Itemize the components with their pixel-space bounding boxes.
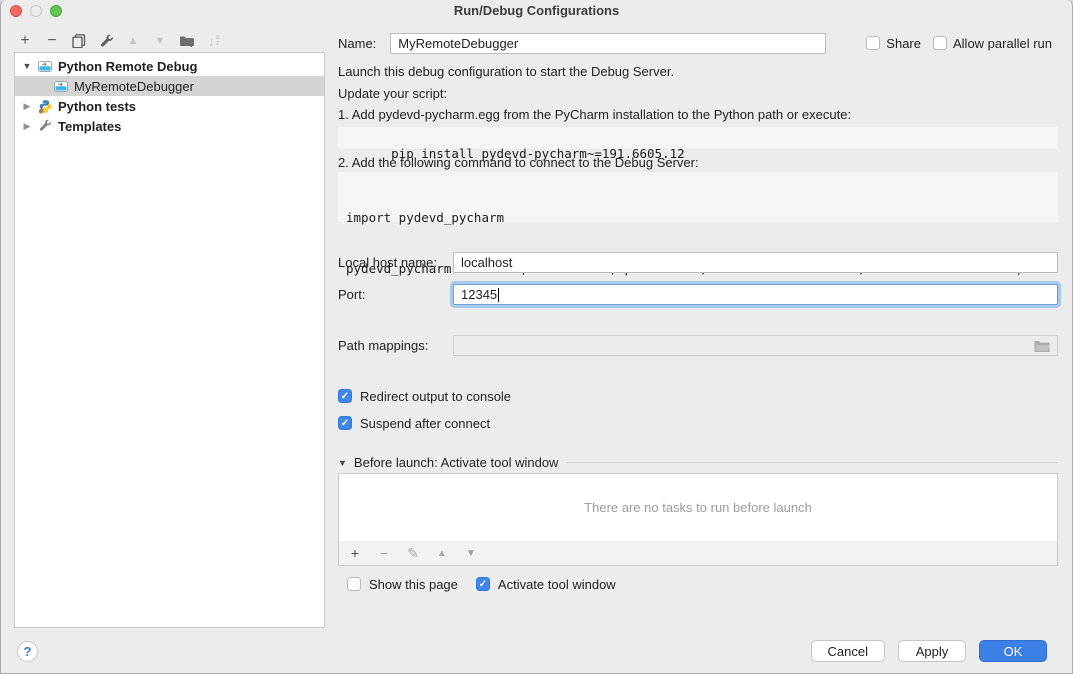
add-config-button[interactable]: +: [16, 32, 34, 50]
tree-item-python-remote-debug[interactable]: ▼ Python Remote Debug: [15, 56, 324, 76]
help-icon: ?: [24, 644, 32, 659]
step2-text: 2. Add the following command to connect …: [338, 155, 699, 170]
import-line: import pydevd_pycharm: [346, 209, 1050, 226]
redirect-output-label: Redirect output to console: [360, 389, 511, 404]
name-label: Name:: [338, 36, 376, 51]
text-caret: [498, 288, 499, 302]
apply-button[interactable]: Apply: [898, 640, 966, 662]
allow-parallel-run-label: Allow parallel run: [953, 36, 1052, 51]
before-launch-title: Before launch: Activate tool window: [354, 455, 559, 470]
configurations-tree: ▼ Python Remote Debug MyRemoteDebugger ▶…: [14, 52, 325, 628]
port-input[interactable]: 12345: [453, 284, 1058, 305]
configurations-toolbar: + − ▲ ▼ ↓ az: [16, 31, 223, 51]
move-task-up-button[interactable]: ▲: [435, 548, 449, 559]
tree-item-label: Templates: [58, 119, 121, 134]
before-launch-task-list[interactable]: There are no tasks to run before launch: [338, 473, 1058, 542]
edit-task-button[interactable]: ✎: [406, 545, 420, 562]
new-folder-icon[interactable]: [178, 32, 196, 50]
remove-task-button[interactable]: −: [377, 545, 391, 561]
config-editor-pane: Name: MyRemoteDebugger Share Allow paral…: [338, 0, 1058, 674]
activate-tool-window-checkbox[interactable]: ✓: [476, 577, 490, 591]
edit-defaults-wrench-icon[interactable]: [97, 32, 115, 50]
run-debug-configurations-dialog: Run/Debug Configurations + − ▲ ▼ ↓ az ▼: [0, 0, 1073, 674]
update-script-text: Update your script:: [338, 86, 447, 101]
expand-icon[interactable]: ▼: [22, 61, 32, 71]
before-launch-header[interactable]: ▼ Before launch: Activate tool window: [338, 455, 1058, 470]
check-icon: ✓: [341, 418, 349, 429]
tree-item-templates[interactable]: ▶ Templates: [15, 116, 324, 136]
step1-text: 1. Add pydevd-pycharm.egg from the PyCha…: [338, 107, 851, 122]
port-label: Port:: [338, 287, 453, 302]
suspend-after-connect-checkbox[interactable]: ✓: [338, 416, 352, 430]
tree-item-myremotedebugger[interactable]: MyRemoteDebugger: [15, 76, 324, 96]
path-mappings-input[interactable]: [453, 335, 1058, 356]
sort-arrow-glyph: ↓: [208, 34, 215, 49]
help-button[interactable]: ?: [17, 641, 38, 662]
intro-text: Launch this debug configuration to start…: [338, 64, 674, 79]
check-icon: ✓: [341, 391, 349, 402]
add-task-button[interactable]: +: [348, 545, 362, 561]
local-host-label: Local host name:: [338, 255, 453, 270]
settrace-code: import pydevd_pycharm pydevd_pycharm.set…: [338, 172, 1058, 222]
remote-debug-config-icon: [37, 58, 53, 74]
empty-tasks-text: There are no tasks to run before launch: [584, 500, 812, 515]
redirect-output-checkbox[interactable]: ✓: [338, 389, 352, 403]
tree-item-label: Python Remote Debug: [58, 59, 197, 74]
show-this-page-label: Show this page: [369, 577, 458, 592]
move-task-down-button[interactable]: ▼: [464, 548, 478, 559]
port-value: 12345: [461, 287, 497, 302]
python-tests-icon: [37, 98, 53, 114]
cancel-button[interactable]: Cancel: [811, 640, 885, 662]
allow-parallel-run-checkbox[interactable]: [933, 36, 947, 50]
task-list-toolbar: + − ✎ ▲ ▼: [338, 541, 1058, 566]
ok-button[interactable]: OK: [979, 640, 1047, 662]
check-icon: ✓: [479, 579, 487, 590]
browse-folder-icon[interactable]: [1034, 340, 1050, 352]
tree-item-python-tests[interactable]: ▶ Python tests: [15, 96, 324, 116]
copy-config-icon[interactable]: [70, 32, 88, 50]
move-up-button[interactable]: ▲: [124, 32, 142, 50]
remote-debug-config-icon: [53, 78, 69, 94]
templates-wrench-icon: [37, 118, 53, 134]
suspend-after-connect-label: Suspend after connect: [360, 416, 490, 431]
sort-az-glyph: az: [216, 35, 220, 47]
pip-install-code: pip install pydevd-pycharm~=191.6605.12: [338, 127, 1058, 149]
collapse-section-icon[interactable]: ▼: [338, 458, 347, 468]
move-down-button[interactable]: ▼: [151, 32, 169, 50]
activate-tool-window-label: Activate tool window: [498, 577, 616, 592]
show-this-page-checkbox[interactable]: [347, 577, 361, 591]
tree-item-label: Python tests: [58, 99, 136, 114]
share-label: Share: [886, 36, 921, 51]
local-host-value: localhost: [461, 255, 512, 270]
path-mappings-label: Path mappings:: [338, 338, 453, 353]
local-host-input[interactable]: localhost: [453, 252, 1058, 273]
collapse-icon[interactable]: ▶: [22, 101, 32, 112]
section-rule: [566, 462, 1058, 463]
tree-item-label: MyRemoteDebugger: [74, 79, 194, 94]
dialog-buttons: Cancel Apply OK: [811, 640, 1047, 662]
name-input[interactable]: MyRemoteDebugger: [390, 33, 826, 54]
collapse-icon[interactable]: ▶: [22, 121, 32, 132]
sort-configs-icon[interactable]: ↓ az: [205, 32, 223, 50]
name-value: MyRemoteDebugger: [398, 36, 518, 51]
share-checkbox[interactable]: [866, 36, 880, 50]
remove-config-button[interactable]: −: [43, 32, 61, 50]
